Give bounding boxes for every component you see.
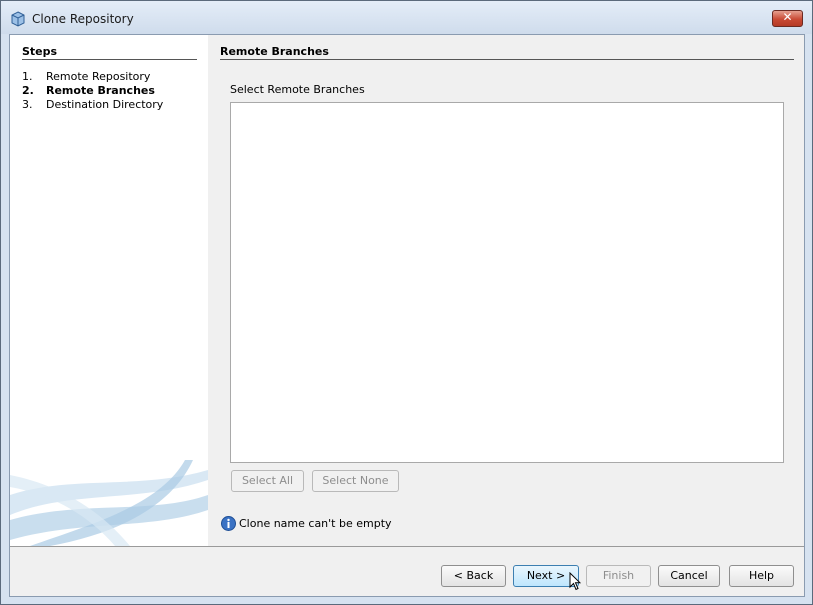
step-remote-repository: 1. Remote Repository bbox=[22, 70, 150, 83]
step-number: 2. bbox=[22, 84, 34, 97]
step-remote-branches: 2. Remote Branches bbox=[22, 84, 155, 97]
select-none-button[interactable]: Select None bbox=[312, 470, 399, 492]
button-bar-divider bbox=[10, 546, 804, 547]
clone-repository-dialog: Clone Repository ✕ Steps 1. Remote Reposi… bbox=[0, 0, 813, 605]
steps-sidebar: Steps 1. Remote Repository 2. Remote Branc… bbox=[10, 35, 208, 546]
validation-message: Clone name can't be empty bbox=[239, 517, 392, 530]
cancel-button[interactable]: Cancel bbox=[658, 565, 720, 587]
close-icon: ✕ bbox=[782, 10, 793, 24]
title-bar[interactable]: Clone Repository ✕ bbox=[1, 1, 812, 34]
repository-cube-icon bbox=[11, 11, 25, 27]
step-label: Remote Repository bbox=[46, 70, 151, 83]
window-title: Clone Repository bbox=[32, 12, 134, 26]
step-number: 1. bbox=[22, 70, 33, 83]
close-button[interactable]: ✕ bbox=[772, 10, 803, 27]
back-button[interactable]: < Back bbox=[441, 565, 506, 587]
decorative-swoosh-graphic bbox=[10, 460, 208, 546]
steps-divider bbox=[22, 59, 197, 60]
finish-button[interactable]: Finish bbox=[586, 565, 651, 587]
steps-heading: Steps bbox=[22, 45, 58, 58]
panel-title: Remote Branches bbox=[220, 45, 329, 58]
mouse-pointer-icon bbox=[569, 572, 581, 591]
step-label: Remote Branches bbox=[46, 84, 155, 97]
help-button[interactable]: Help bbox=[729, 565, 794, 587]
step-destination-directory: 3. Destination Directory bbox=[22, 98, 163, 111]
info-icon bbox=[221, 516, 236, 531]
branches-list-label: Select Remote Branches bbox=[230, 83, 365, 96]
dialog-content: Steps 1. Remote Repository 2. Remote Branc… bbox=[9, 34, 805, 597]
panel-divider bbox=[220, 59, 794, 60]
select-all-button[interactable]: Select All bbox=[231, 470, 304, 492]
step-label: Destination Directory bbox=[46, 98, 164, 111]
remote-branches-list[interactable] bbox=[230, 102, 784, 463]
step-number: 3. bbox=[22, 98, 33, 111]
